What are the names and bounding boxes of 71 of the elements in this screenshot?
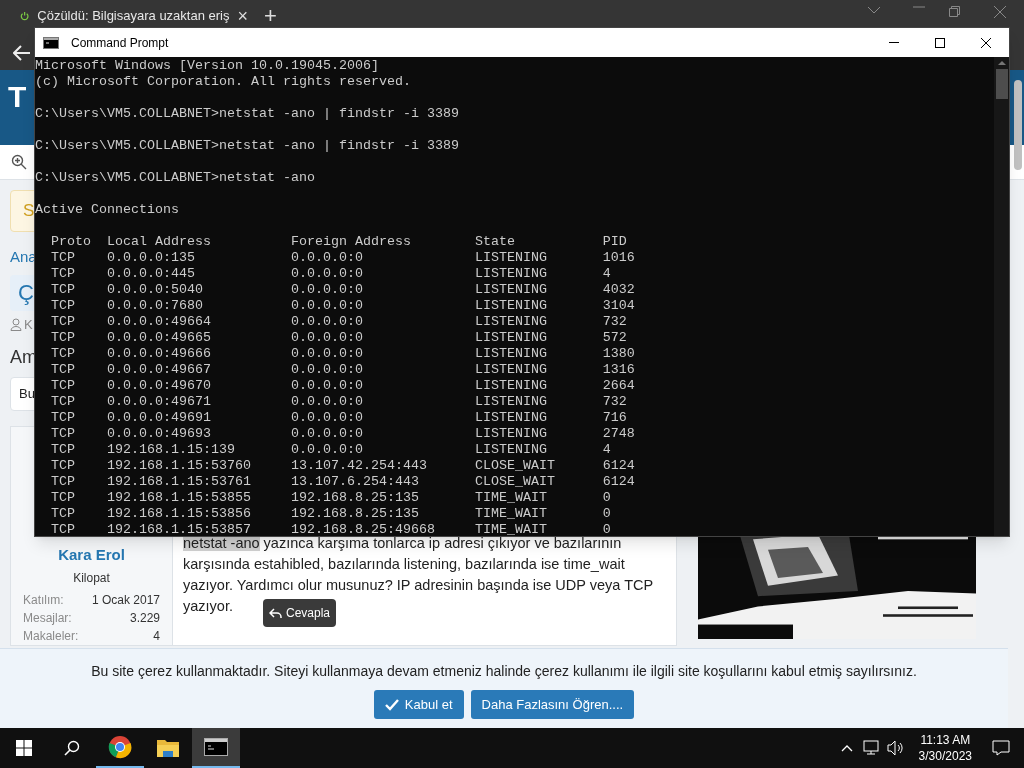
console-line: TCP 192.168.1.15:53856 192.168.8.25:135 TIME_WAIT 0 [50,506,611,521]
scrollbar[interactable] [994,57,1009,536]
terminal-icon [204,738,228,756]
console-line: TCP 0.0.0.0:49665 0.0.0.0:0 LISTENING 572 [50,330,627,345]
console-line: TCP 192.168.1.15:53761 13.107.6.254:443 CLOSE_WAIT 6124 [50,474,635,489]
zoom-icon[interactable] [11,154,27,170]
console-line: TCP 0.0.0.0:135 0.0.0.0:0 LISTENING 1016 [50,250,635,265]
maximize-icon [935,37,945,48]
accept-button[interactable]: Kabul et [373,690,464,719]
stat-value: 3.229 [129,610,160,627]
back-arrow-icon[interactable] [13,44,31,61]
console-line: TCP 192.168.1.15:139 0.0.0.0:0 LISTENING 4 [50,442,611,457]
window-title: Command Prompt [71,34,169,52]
console-line: C:\Users\VM5.COLLABNET>netstat -ano | findstr -i 3389 [35,138,459,153]
console-line: C:\Users\VM5.COLLABNET>netstat -ano | findstr -i 3389 [35,106,459,121]
console-line: TCP 192.168.1.15:53857 192.168.8.25:49668 TIME_WAIT 0 [50,522,611,536]
console-line: (c) Microsoft Corporation. All rights reserved. [35,74,411,89]
clock[interactable]: 11:13 AM 3/30/2023 [912,732,978,764]
console-line: Proto Local Address Foreign Address State PID [50,234,627,249]
cookie-message: Bu site çerez kullanmaktadır. Siteyi kullanmaya devam etmeniz halinde çerez kullanımı ile ilgili site koşullarını kabul etmiş sayılırsınız. [91,662,917,681]
close-tab-button[interactable]: × [237,7,248,25]
console-line: TCP 0.0.0.0:49671 0.0.0.0:0 LISTENING 732 [50,394,627,409]
console-line: TCP 0.0.0.0:445 0.0.0.0:0 LISTENING 4 [50,266,611,281]
console-line: TCP 192.168.1.15:53855 192.168.8.25:135 TIME_WAIT 0 [50,490,611,505]
console-line: TCP 0.0.0.0:49666 0.0.0.0:0 LISTENING 1380 [50,346,635,361]
chevron-down-icon[interactable] [867,6,881,14]
site-logo[interactable]: T [8,74,27,119]
minimize-icon [889,42,899,43]
stat-value: 4 [153,628,160,645]
console-line: TCP 0.0.0.0:49693 0.0.0.0:0 LISTENING 2748 [50,426,635,441]
terminal-icon [43,36,59,49]
windows-icon[interactable] [16,740,32,756]
check-icon [384,698,399,711]
clock-date: 3/30/2023 [918,748,972,764]
restore-icon[interactable] [949,6,960,17]
caret-up-icon[interactable] [840,744,853,752]
scrollbar-thumb[interactable] [995,69,1008,99]
search-icon[interactable] [64,740,80,756]
tab-title: Çözüldü: Bilgisayara uzaktan eriş [37,7,230,26]
console-line: TCP 192.168.1.15:53760 13.107.42.254:443 CLOSE_WAIT 6124 [50,458,635,473]
console-line: TCP 0.0.0.0:49664 0.0.0.0:0 LISTENING 732 [50,314,627,329]
console-line: Microsoft Windows [Version 10.0.19045.2006] [35,58,379,73]
console-line: TCP 0.0.0.0:7680 0.0.0.0:0 LISTENING 3104 [50,298,635,313]
console-line: TCP 0.0.0.0:49670 0.0.0.0:0 LISTENING 2664 [50,378,635,393]
chrome-icon [108,735,132,759]
stat-label: Mesajlar: [23,610,72,627]
reply-label: Cevapla [286,605,331,622]
taskbar-app[interactable] [192,728,240,768]
stat-label: Makaleler: [23,628,79,645]
volume-icon[interactable] [886,740,905,756]
stat-label: Katılım: [23,592,64,609]
user-title: Kilopat [73,570,110,587]
new-tab-button[interactable]: + [264,6,277,26]
learn-more-button[interactable]: Daha Fazlasını Öğren.... [470,690,635,719]
clock-time: 11:13 AM [920,732,971,748]
author-name[interactable]: Kara Erol [58,543,125,566]
page-scrollbar[interactable] [1014,80,1022,170]
network-icon[interactable] [862,740,881,756]
stat-value: 1 Ocak 2017 [91,592,160,609]
console-line: TCP 0.0.0.0:49691 0.0.0.0:0 LISTENING 716 [50,410,627,425]
console-line: TCP 0.0.0.0:5040 0.0.0.0:0 LISTENING 4032 [50,282,635,297]
reply-tooltip[interactable]: Cevapla [263,599,337,627]
user-icon [10,317,22,331]
console-line: C:\Users\VM5.COLLABNET>netstat -ano [35,170,315,185]
reply-icon [269,607,282,619]
console-line: TCP 0.0.0.0:49667 0.0.0.0:0 LISTENING 1316 [50,362,635,377]
notification-icon[interactable] [992,740,1010,756]
page-text-fragment: K [24,315,33,334]
folder-icon [156,737,180,759]
close-icon [981,37,991,48]
close-icon[interactable] [994,6,1006,18]
